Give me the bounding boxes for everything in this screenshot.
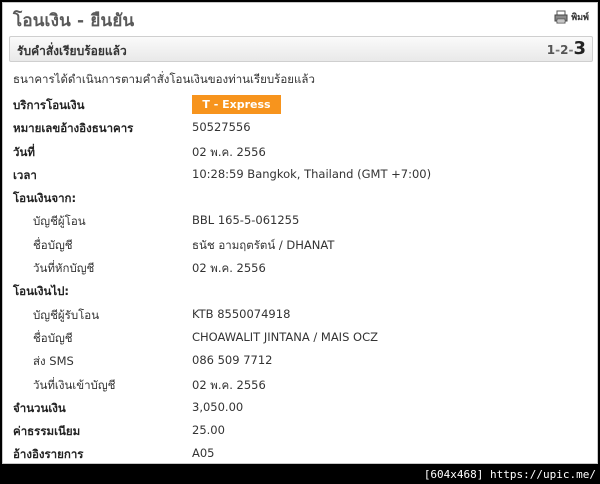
service-label: บริการโอนเงิน [13,98,85,112]
row-reference: หมายเลขอ้างอิงธนาคาร 50527556 [3,116,597,139]
reference-value: 50527556 [192,120,251,135]
transfer-confirmation-page: โอนเงิน - ยืนยัน พิมพ์ รับคำสั่งเรียบร้อ… [2,2,598,464]
credit-date-label: วันที่เงินเข้าบัญชี [33,377,116,392]
print-button[interactable]: พิมพ์ [554,10,589,24]
row-from-account: บัญชีผู้โอน BBL 165-5-061255 [3,209,597,232]
memo-label: อ้างอิงรายการ [13,447,84,462]
debit-date-value: 02 พ.ค. 2556 [192,261,266,276]
page-title: โอนเงิน - ยืนยัน [13,11,135,31]
row-service: บริการโอนเงิน T - Express [3,93,597,116]
debit-date-label: วันที่หักบัญชี [33,261,95,276]
row-fee: ค่าธรรมเนียม 25.00 [3,419,597,442]
printer-icon [554,10,568,24]
row-from-heading: โอนเงินจาก: [3,186,597,209]
to-heading: โอนเงินไป: [13,284,70,299]
row-amount: จำนวนเงิน 3,050.00 [3,396,597,419]
screenshot-frame: โอนเงิน - ยืนยัน พิมพ์ รับคำสั่งเรียบร้อ… [0,0,600,484]
to-name-label: ชื่อบัญชี [33,330,73,345]
date-label: วันที่ [13,144,35,159]
from-account-value: BBL 165-5-061255 [192,213,300,228]
fee-value: 25.00 [192,423,225,438]
row-to-heading: โอนเงินไป: [3,279,597,302]
confirmation-message: ธนาคารได้ดำเนินการตามคำสั่งโอนเงินของท่า… [13,72,315,86]
from-heading: โอนเงินจาก: [13,191,77,206]
status-bar: รับคำสั่งเรียบร้อยแล้ว 1 - 2 - 3 [9,36,593,62]
sms-value: 086 509 7712 [192,353,273,368]
row-to-name: ชื่อบัญชี CHOAWALIT JINTANA / MAIS OCZ [3,326,597,349]
reference-label: หมายเลขอ้างอิงธนาคาร [13,121,134,136]
row-debit-date: วันที่หักบัญชี 02 พ.ค. 2556 [3,256,597,279]
row-sms: ส่ง SMS 086 509 7712 [3,349,597,372]
row-memo: อ้างอิงรายการ A05 [3,442,597,463]
image-host-watermark: [604x468] https://upic.me/ [423,468,596,481]
amount-value: 3,050.00 [192,399,244,414]
row-credit-date: วันที่เงินเข้าบัญชี 02 พ.ค. 2556 [3,373,597,396]
from-name-value: ธนัช อามฤตรัตน์ / DHANAT [192,237,335,252]
to-name-value: CHOAWALIT JINTANA / MAIS OCZ [192,329,378,344]
print-label: พิมพ์ [571,13,589,23]
status-text: รับคำสั่งเรียบร้อยแล้ว [17,44,127,58]
from-account-label: บัญชีผู้โอน [33,214,86,229]
row-date: วันที่ 02 พ.ค. 2556 [3,140,597,163]
to-account-label: บัญชีผู้รับโอน [33,307,100,322]
step-2: 2 [560,43,569,57]
transfer-details: บริการโอนเงิน T - Express หมายเลขอ้างอิง… [3,93,597,463]
time-label: เวลา [13,167,37,182]
step-1: 1 [546,43,556,57]
amount-label: จำนวนเงิน [13,400,66,415]
from-name-label: ชื่อบัญชี [33,237,73,252]
row-time: เวลา 10:28:59 Bangkok, Thailand (GMT +7:… [3,163,597,186]
credit-date-value: 02 พ.ค. 2556 [192,377,266,392]
sms-label: ส่ง SMS [33,354,74,369]
row-to-account: บัญชีผู้รับโอน KTB 8550074918 [3,303,597,326]
time-value: 10:28:59 Bangkok, Thailand (GMT +7:00) [192,166,432,181]
step-indicator: 1 - 2 - 3 [547,38,586,59]
service-badge: T - Express [192,95,281,114]
row-from-name: ชื่อบัญชี ธนัช อามฤตรัตน์ / DHANAT [3,233,597,256]
step-3-active: 3 [573,38,586,59]
date-value: 02 พ.ค. 2556 [192,144,266,159]
fee-label: ค่าธรรมเนียม [13,424,81,439]
memo-value: A05 [192,446,215,461]
to-account-value: KTB 8550074918 [192,306,291,321]
